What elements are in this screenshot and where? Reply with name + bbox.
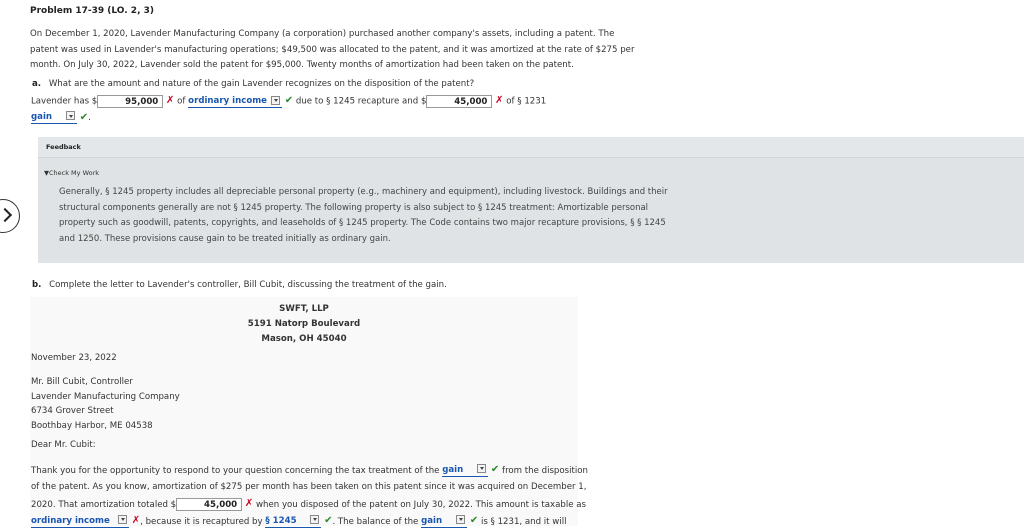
gain-type-select[interactable]: gain	[31, 111, 77, 124]
recipient-line: Mr. Bill Cubit, Controller	[31, 377, 133, 387]
check-icon: ✔	[79, 112, 89, 123]
letter-gain-value: gain	[442, 464, 464, 475]
letter-line: ordinary income ✗, because it is recaptu…	[31, 513, 588, 530]
letter-line: Thank you for the opportunity to respond…	[31, 462, 588, 479]
answer-a-text: of	[177, 96, 186, 107]
body-text: when you disposed of the patent on July …	[256, 499, 586, 510]
answer-a-row2: gain ✔.	[31, 111, 91, 124]
x-icon: ✗	[131, 515, 141, 526]
gain-type-value: gain	[31, 112, 53, 122]
amortization-total-input[interactable]: 45,000	[176, 497, 243, 511]
answer-a-period: .	[88, 113, 91, 123]
firm-street: 5191 Natorp Boulevard	[247, 319, 361, 329]
firm-city: Mason, OH 45040	[261, 334, 347, 344]
letter-line: of the patent. As you know, amortization…	[31, 482, 587, 493]
check-my-work-toggle[interactable]: ▼Check My Work	[44, 169, 99, 177]
chevron-down-icon	[477, 463, 487, 473]
chevron-down-icon	[456, 514, 466, 524]
check-my-work-label: Check My Work	[49, 169, 100, 177]
income-type-value: ordinary income	[188, 95, 268, 106]
feedback-line: structural components generally are not …	[59, 202, 649, 213]
x-icon: ✗	[244, 497, 254, 509]
recipient-line: Lavender Manufacturing Company	[31, 391, 180, 402]
question-a-letter: a.	[32, 79, 42, 89]
salutation: Dear Mr. Cubit:	[31, 440, 96, 450]
section-1231-amount-input[interactable]: 45,000	[426, 94, 493, 108]
firm-name: SWFT, LLP	[279, 304, 329, 314]
recipient-line: Boothbay Harbor, ME 04538	[31, 420, 153, 431]
x-icon: ✗	[166, 95, 175, 106]
intro-paragraph: On December 1, 2020, Lavender Manufactur…	[30, 27, 635, 74]
body-text: from the disposition	[502, 465, 588, 476]
answer-a-text: of § 1231	[506, 96, 547, 107]
feedback-panel: Feedback ▼Check My Work Generally, § 124…	[38, 137, 1024, 263]
letter-section-value: § 1245	[265, 515, 297, 526]
income-type-select[interactable]: ordinary income	[188, 95, 283, 108]
chevron-down-icon	[310, 514, 320, 524]
x-icon: ✗	[495, 95, 504, 106]
intro-line: On December 1, 2020, Lavender Manufactur…	[30, 29, 615, 39]
question-b-letter: b.	[32, 280, 42, 290]
letterhead: SWFT, LLP 5191 Natorp Boulevard Mason, O…	[30, 302, 578, 347]
question-b: b. Complete the letter to Lavender's con…	[32, 280, 447, 290]
answer-a-text: Lavender has $	[31, 96, 98, 107]
check-icon: ✔	[490, 464, 500, 475]
feedback-line: property such as goodwill, patents, copy…	[59, 218, 666, 228]
recipient-line: 6734 Grover Street	[31, 406, 114, 416]
answer-a-row1: Lavender has $95,000 ✗ of ordinary incom…	[31, 94, 546, 109]
chevron-down-icon	[271, 95, 281, 105]
feedback-line: Generally, § 1245 property includes all …	[59, 187, 668, 197]
check-icon: ✔	[469, 515, 479, 526]
letter-body: Thank you for the opportunity to respond…	[31, 462, 588, 530]
recipient-address: Mr. Bill Cubit, Controller Lavender Manu…	[31, 375, 180, 433]
feedback-text: Generally, § 1245 property includes all …	[59, 185, 668, 247]
body-text: is § 1231, and it will	[480, 516, 567, 527]
letter-balance-value: gain	[421, 515, 443, 526]
recapture-amount-input[interactable]: 95,000	[97, 94, 164, 108]
chevron-down-icon	[118, 514, 127, 524]
problem-title: Problem 17-39 (LO. 2, 3)	[30, 6, 155, 16]
answer-a-text: due to § 1245 recapture and $	[295, 96, 427, 107]
body-text: . The balance of the	[332, 516, 419, 527]
letter-line: 2020. That amortization totaled $45,000 …	[31, 496, 588, 513]
check-icon: ✔	[284, 95, 294, 106]
letter-gain-select[interactable]: gain	[442, 463, 489, 477]
intro-line: patent was used in Lavender's manufactur…	[30, 44, 635, 55]
question-a: a. What are the amount and nature of the…	[32, 79, 474, 89]
letter-income-value: ordinary income	[31, 515, 110, 526]
question-a-text: What are the amount and nature of the ga…	[48, 79, 475, 89]
body-text: , because it is recaptured by	[140, 516, 263, 527]
feedback-line: and 1250. These provisions cause gain to…	[59, 233, 391, 244]
next-chevron-button[interactable]	[0, 199, 20, 233]
body-text: Thank you for the opportunity to respond…	[31, 465, 440, 476]
letter-date: November 23, 2022	[31, 353, 117, 363]
feedback-label: Feedback	[46, 143, 81, 151]
chevron-down-icon	[66, 111, 75, 120]
question-b-text: Complete the letter to Lavender's contro…	[49, 280, 447, 290]
body-text: 2020. That amortization totaled $	[31, 499, 177, 510]
intro-line: month. On July 30, 2022, Lavender sold t…	[30, 60, 574, 70]
